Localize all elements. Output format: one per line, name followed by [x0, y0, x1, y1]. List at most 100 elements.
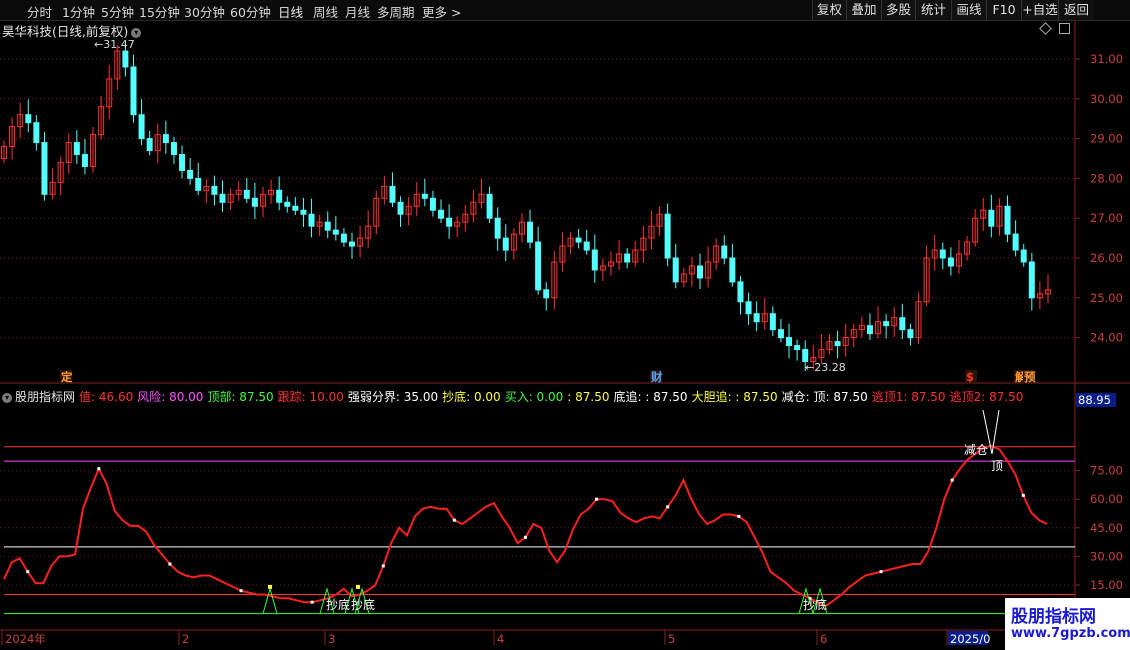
candle-body: [438, 209, 445, 219]
indicator-tick-label: 30.00: [1090, 549, 1123, 563]
candle-body: [826, 341, 833, 351]
candle-body: [777, 329, 784, 339]
candle-body: [737, 281, 744, 303]
candle-body: [786, 337, 793, 347]
x-axis-label: 6: [820, 632, 827, 646]
candle-body: [1012, 233, 1019, 251]
toolbar-button[interactable]: 返回: [1058, 0, 1094, 20]
candle-body: [1004, 205, 1011, 235]
event-marker: 预: [1024, 370, 1036, 384]
indicator-param: 逃顶1: 87.50: [871, 390, 946, 404]
period-tab[interactable]: 1分钟: [62, 2, 95, 21]
candle-body: [939, 249, 946, 259]
line-marker: [950, 478, 954, 482]
candle-body: [607, 261, 614, 267]
candle-body: [705, 261, 712, 279]
candle-body: [25, 114, 32, 124]
candle-body: [1045, 289, 1051, 295]
buy-signal-triangle: [354, 586, 370, 614]
indicator-param: 买入: 0.00: [504, 390, 564, 404]
candle-body: [883, 321, 890, 327]
diamond-icon[interactable]: [1039, 22, 1052, 35]
toolbar-button[interactable]: 画线: [951, 0, 986, 20]
reduce-signal-mark: [982, 409, 1000, 455]
candle-body: [421, 193, 428, 199]
candle-body: [648, 225, 655, 239]
line-marker: [381, 564, 385, 568]
event-marker-bg: [1014, 370, 1026, 383]
candle-body: [769, 313, 776, 331]
price-tick-label: 25.00: [1090, 291, 1123, 305]
main-chart-title-text: 昊华科技(日线,前复权): [2, 24, 129, 39]
brand-url: www.7gpzb.com: [1011, 626, 1130, 641]
toolbar-button[interactable]: 统计: [915, 0, 951, 20]
candle-body: [1020, 249, 1027, 263]
candle-body: [324, 221, 331, 231]
candle-body: [616, 253, 623, 263]
candle-body: [203, 185, 210, 191]
candle-body: [381, 185, 388, 199]
price-tick-label: 26.00: [1090, 251, 1123, 265]
line-marker: [524, 535, 527, 539]
candle-body: [697, 265, 703, 279]
candle-body: [729, 257, 736, 283]
event-marker: 财: [650, 370, 663, 384]
toolbar-button[interactable]: +自选: [1021, 0, 1058, 20]
candle-body: [235, 189, 242, 195]
event-marker-bg: [965, 370, 977, 383]
buy-signal-triangle: [262, 586, 278, 614]
period-tab[interactable]: 30分钟: [184, 2, 225, 21]
candle-body: [907, 329, 914, 339]
candle-body: [510, 233, 517, 251]
candle-body: [187, 169, 194, 179]
period-tab[interactable]: 分时: [27, 2, 52, 21]
candle-body: [923, 257, 930, 303]
period-tab[interactable]: 日线: [278, 2, 303, 21]
toolbar-button[interactable]: 复权: [812, 0, 846, 20]
period-tab[interactable]: 60分钟: [230, 2, 271, 21]
period-tab[interactable]: 5分钟: [101, 2, 134, 21]
candle-body: [486, 193, 493, 219]
candle-body: [559, 245, 566, 263]
toolbar-button[interactable]: 叠加: [846, 0, 881, 20]
period-tab[interactable]: 15分钟: [139, 2, 180, 21]
main-chart-title: 昊华科技(日线,前复权) ▾: [2, 21, 142, 40]
candle-body: [211, 185, 218, 195]
maximize-icon[interactable]: [1059, 23, 1070, 34]
chevron-down-icon[interactable]: ▾: [2, 392, 12, 403]
candle-body: [794, 345, 801, 351]
period-tab[interactable]: 多周期: [377, 2, 415, 21]
candle-body: [543, 289, 550, 299]
candle-body: [996, 205, 1003, 227]
candle-body: [397, 201, 404, 215]
candle-body: [17, 114, 24, 128]
candle-body: [980, 209, 987, 219]
price-tick-label: 29.00: [1090, 132, 1123, 146]
candle-body: [818, 349, 825, 359]
period-tab[interactable]: 月线: [345, 2, 370, 21]
candle-body: [834, 341, 841, 347]
candle-body: [57, 161, 64, 183]
indicator-line: [3, 444, 1048, 608]
candle-body: [219, 193, 226, 203]
candle-body: [73, 142, 80, 156]
buy-signal-triangle: [319, 586, 335, 614]
price-tick-label: 30.00: [1090, 92, 1123, 106]
candle-body: [357, 237, 364, 247]
toolbar-button[interactable]: 多股: [881, 0, 915, 20]
period-tab[interactable]: 更多 >: [422, 2, 461, 21]
candle-body: [429, 197, 436, 211]
candle-body: [664, 213, 671, 259]
event-marker-bg: [1023, 370, 1035, 383]
event-marker-bg: [60, 370, 72, 383]
x-axis-label: 2025/0: [950, 632, 990, 646]
indicator-tick-label: 15.00: [1090, 578, 1123, 592]
chevron-down-icon[interactable]: ▾: [131, 27, 142, 38]
indicator-name: 股朋指标网: [15, 390, 76, 404]
period-tab[interactable]: 周线: [313, 2, 338, 21]
x-axis-label: 2024年: [5, 632, 46, 646]
candle-body: [1036, 293, 1043, 299]
line-marker: [310, 600, 314, 604]
toolbar-button[interactable]: F10: [986, 0, 1021, 20]
candle-body: [761, 313, 768, 323]
